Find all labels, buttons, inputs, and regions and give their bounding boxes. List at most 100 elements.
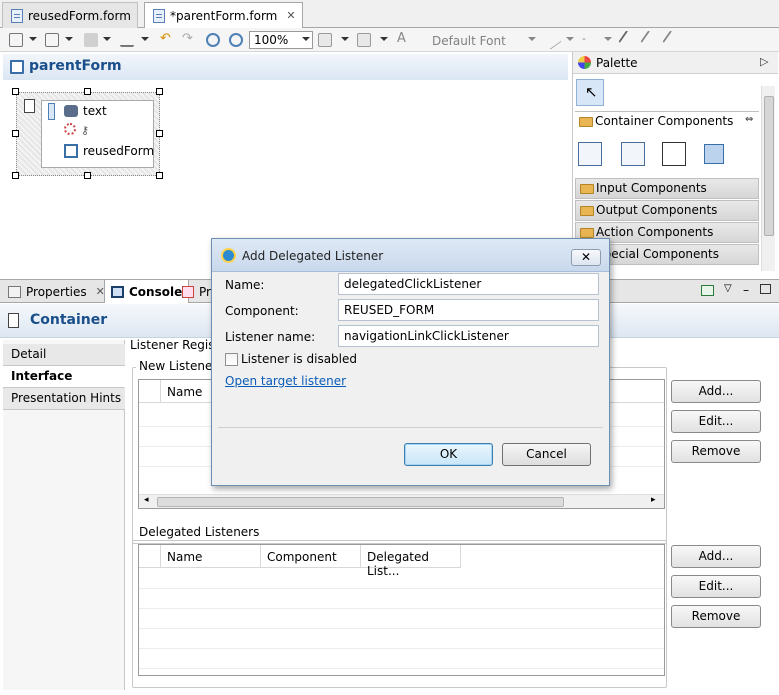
- delegated-add-button[interactable]: Add...: [671, 545, 761, 568]
- console-icon: [111, 285, 124, 298]
- fill-color-icon[interactable]: [318, 33, 332, 47]
- resize-handle[interactable]: [12, 130, 19, 137]
- scrollbar-thumb[interactable]: [157, 497, 564, 507]
- resize-handle[interactable]: [12, 172, 19, 179]
- font-color-icon[interactable]: A: [397, 31, 411, 46]
- close-icon[interactable]: ✕: [571, 249, 601, 266]
- redo-icon[interactable]: ↷: [182, 31, 196, 46]
- palette-category-input[interactable]: Input Components: [575, 178, 759, 199]
- collapse-palette-icon[interactable]: ▷: [760, 55, 768, 68]
- palette-category-output[interactable]: Output Components: [575, 200, 759, 221]
- container-component-icon[interactable]: [662, 142, 686, 166]
- tab-interface[interactable]: Interface: [3, 366, 125, 388]
- pin-icon[interactable]: ⇔: [745, 114, 753, 125]
- paintbrush-icon[interactable]: [640, 30, 660, 50]
- widget-label-text: text: [83, 104, 107, 118]
- scroll-right-icon[interactable]: ▸: [651, 495, 656, 505]
- chevron-down-icon[interactable]: [566, 37, 574, 41]
- palette-title: Palette: [596, 56, 638, 70]
- eyedropper-icon[interactable]: [618, 30, 638, 50]
- category-label: Input Components: [596, 181, 707, 195]
- font-combo[interactable]: Default Font: [432, 34, 506, 48]
- new-add-button[interactable]: Add...: [671, 380, 761, 403]
- resize-handle[interactable]: [84, 172, 91, 179]
- ok-button[interactable]: OK: [404, 443, 493, 466]
- panel-component-icon[interactable]: [578, 142, 602, 166]
- selected-container[interactable]: text ⚷ reusedForm: [16, 92, 160, 176]
- resize-handle[interactable]: [12, 88, 19, 95]
- resize-handle[interactable]: [84, 88, 91, 95]
- column-header-delegated-listener[interactable]: Delegated List...: [361, 545, 461, 578]
- listener-name-field[interactable]: navigationLinkClickListener: [338, 325, 599, 347]
- distribute-icon[interactable]: [120, 33, 134, 47]
- name-field[interactable]: delegatedClickListener: [338, 273, 599, 295]
- app-icon: [221, 248, 236, 263]
- horizontal-scrollbar[interactable]: ◂ ▸: [139, 494, 664, 508]
- column-header-component[interactable]: Component: [261, 545, 361, 568]
- chevron-down-icon[interactable]: [302, 37, 310, 41]
- chevron-down-icon[interactable]: [604, 37, 612, 41]
- listener-disabled-checkbox[interactable]: [225, 353, 238, 366]
- undo-icon[interactable]: ↶: [160, 31, 174, 46]
- chevron-down-icon[interactable]: [528, 37, 536, 41]
- category-label: Output Components: [596, 203, 718, 217]
- new-remove-button[interactable]: Remove: [671, 440, 761, 463]
- zoom-in-icon[interactable]: [206, 33, 220, 47]
- chevron-down-icon[interactable]: [29, 37, 37, 41]
- arrange-icon[interactable]: [84, 33, 98, 47]
- reused-form-component-icon[interactable]: [704, 144, 724, 164]
- minimize-icon[interactable]: –: [743, 283, 749, 297]
- cancel-button[interactable]: Cancel: [502, 443, 591, 466]
- component-field[interactable]: REUSED_FORM: [338, 299, 599, 321]
- chevron-down-icon[interactable]: [103, 37, 111, 41]
- delegated-remove-button[interactable]: Remove: [671, 605, 761, 628]
- chevron-down-icon[interactable]: [380, 37, 388, 41]
- resize-handle[interactable]: [156, 88, 163, 95]
- chevron-down-icon[interactable]: [65, 37, 73, 41]
- tab-detail[interactable]: Detail: [3, 344, 125, 366]
- match-size-icon[interactable]: [45, 33, 59, 47]
- column-header-name[interactable]: Name: [161, 545, 261, 568]
- maximize-icon[interactable]: [760, 284, 771, 294]
- editor-toolbar: ↶ ↷ 100% A Default Font -: [0, 28, 779, 52]
- tab-reusedform[interactable]: reusedForm.form: [2, 2, 138, 28]
- scroll-left-icon[interactable]: ◂: [144, 495, 149, 505]
- delegated-edit-button[interactable]: Edit...: [671, 575, 761, 598]
- pin-view-icon[interactable]: [701, 285, 714, 296]
- dialog-titlebar[interactable]: Add Delegated Listener ✕: [212, 239, 609, 272]
- table-row-divider: [139, 608, 664, 609]
- tab-label: reusedForm.form: [28, 8, 131, 23]
- line-width-dash: -: [582, 32, 586, 45]
- scrollbar-thumb[interactable]: [764, 96, 774, 236]
- dialog-title: Add Delegated Listener: [242, 249, 384, 263]
- tab-properties[interactable]: Properties ✕: [2, 280, 111, 303]
- palette-category-container[interactable]: Container Components ⇔: [575, 111, 759, 132]
- close-tab-icon[interactable]: ✕: [286, 9, 295, 22]
- new-edit-button[interactable]: Edit...: [671, 410, 761, 433]
- properties-title: Container: [30, 312, 108, 328]
- group-component-icon[interactable]: [621, 142, 645, 166]
- zoom-out-icon[interactable]: [229, 33, 243, 47]
- listener-name-label: Listener name:: [225, 330, 316, 344]
- view-menu-icon[interactable]: ▽: [724, 283, 732, 294]
- format-painter-icon[interactable]: [662, 30, 682, 50]
- select-tool[interactable]: ↖: [576, 79, 604, 106]
- listener-icon: [64, 123, 76, 135]
- tab-parentform[interactable]: *parentForm.form ✕: [144, 2, 303, 29]
- line-color-icon[interactable]: [357, 33, 371, 47]
- resize-handle[interactable]: [156, 172, 163, 179]
- chevron-down-icon[interactable]: [141, 37, 149, 41]
- container-icon: [24, 99, 35, 113]
- delegated-listeners-table[interactable]: Name Component Delegated List...: [138, 544, 665, 676]
- chevron-down-icon[interactable]: [341, 37, 349, 41]
- palette-scrollbar[interactable]: [761, 86, 775, 271]
- align-icon[interactable]: [9, 33, 23, 47]
- palette-icon: [578, 56, 591, 69]
- listener-disabled-label[interactable]: Listener is disabled: [241, 352, 357, 366]
- tab-presentation-hints[interactable]: Presentation Hints: [3, 388, 125, 410]
- name-label: Name:: [225, 278, 265, 292]
- palette-header: Palette ▷: [573, 52, 778, 74]
- open-target-listener-link[interactable]: Open target listener: [225, 374, 346, 388]
- line-style-icon[interactable]: [542, 30, 562, 50]
- resize-handle[interactable]: [156, 130, 163, 137]
